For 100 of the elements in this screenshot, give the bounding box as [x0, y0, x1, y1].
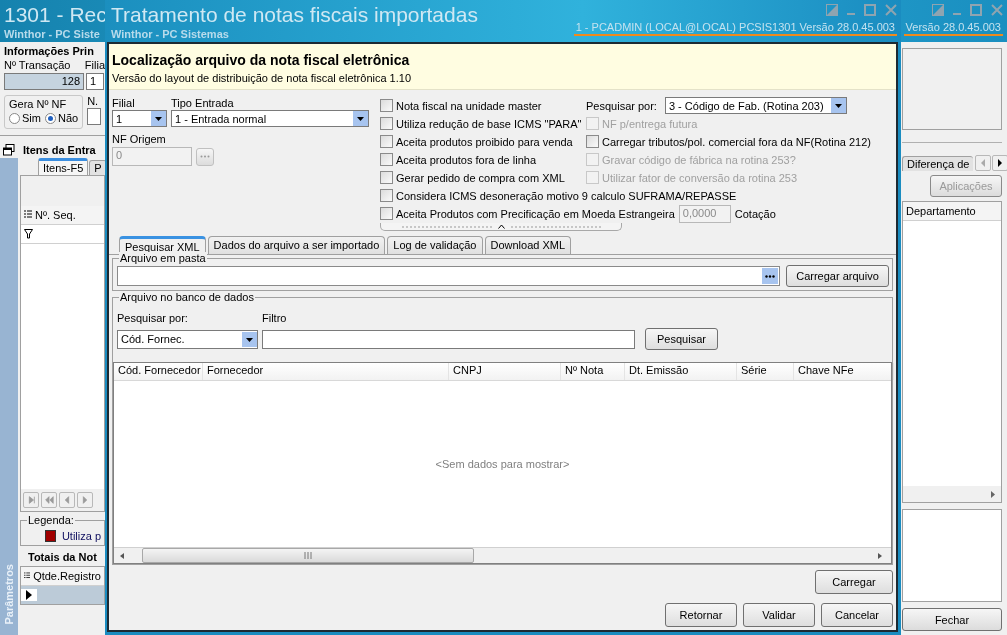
- checkbox[interactable]: [380, 99, 393, 112]
- caret-down-icon: [830, 98, 846, 113]
- legend-title: Legenda:: [27, 514, 75, 527]
- section-title: Informações Prin: [4, 45, 95, 57]
- field-label: N.: [87, 95, 100, 107]
- status-text: 1 - PCADMIN (LOCAL@LOCAL) PCSIS1301 Versão 28.0.45.003: [573, 21, 897, 36]
- ellipsis-icon[interactable]: [762, 268, 778, 284]
- tab[interactable]: Dados do arquivo a ser importado: [207, 236, 386, 254]
- nav-button[interactable]: [59, 492, 75, 508]
- field-label: Filtro: [262, 312, 287, 324]
- caret-down-icon: [242, 331, 257, 347]
- file-path-field[interactable]: [117, 266, 780, 286]
- field-label: Nº Transação: [4, 59, 72, 71]
- column-header[interactable]: Nº Nota: [561, 363, 625, 380]
- scroll-right-button[interactable]: [992, 155, 1007, 171]
- column-header[interactable]: Dt. Emissão: [625, 363, 737, 380]
- tab[interactable]: Itens-F5: [38, 158, 89, 175]
- tab[interactable]: Log de validação: [387, 236, 483, 254]
- checkbox-label: Utiliza redução de base ICMS "PARA": [396, 117, 582, 130]
- window-subtitle: Winthor - PC Siste: [4, 28, 101, 40]
- field-label: Filial: [112, 97, 136, 109]
- collapse-splitter[interactable]: [380, 223, 622, 231]
- checkbox[interactable]: [380, 153, 393, 166]
- search-by-dropdown[interactable]: 3 - Código de Fab. (Rotina 203): [664, 97, 847, 114]
- radio-option[interactable]: Sim: [9, 112, 41, 124]
- checkbox-label: Gravar código de fábrica na rotina 253?: [602, 153, 796, 166]
- load-file-button[interactable]: Carregar arquivo: [786, 265, 889, 287]
- checkbox-label: Utilizar fator de conversão da rotina 253: [602, 171, 798, 184]
- checkbox-label: Considera ICMS desoneração motivo 9 calculo SUFRAMA/REPASSE: [396, 189, 737, 202]
- checkbox[interactable]: [380, 117, 393, 130]
- caret-down-icon: [151, 111, 166, 126]
- nav-button[interactable]: [77, 492, 93, 508]
- grip-dots-icon: [510, 225, 601, 228]
- dialog-button[interactable]: Retornar: [665, 603, 737, 627]
- left-arrow-icon: [979, 158, 988, 168]
- checkbox[interactable]: [380, 171, 393, 184]
- right-arrow-icon: [996, 158, 1005, 168]
- window-title: 1301 - Rec: [4, 2, 107, 28]
- load-button[interactable]: Carregar: [815, 570, 893, 594]
- nav-button[interactable]: [23, 492, 39, 508]
- field-label: NF Origem: [112, 133, 167, 145]
- number-field[interactable]: [87, 108, 102, 125]
- column-header[interactable]: Cód. Fornecedor: [114, 363, 203, 380]
- tab[interactable]: Download XML: [484, 236, 572, 254]
- field-label: Tipo Entrada: [171, 97, 235, 109]
- field-label: Filia: [84, 59, 105, 71]
- column-header[interactable]: Chave NFe: [794, 363, 894, 380]
- search-by-dropdown[interactable]: Cód. Fornec.: [117, 329, 258, 349]
- window-title: Tratamento de notas fiscais importadas: [111, 2, 478, 28]
- section-title: Totais da Not: [27, 550, 98, 565]
- column-header[interactable]: CNPJ: [449, 363, 561, 380]
- navigation-arrow-icon: [26, 495, 36, 505]
- checkbox-label: NF p/entrega futura: [602, 117, 698, 130]
- column-header[interactable]: Fornecedor: [203, 363, 449, 380]
- checkbox[interactable]: [380, 207, 393, 220]
- header-subtitle: Versão do layout de distribuição de nota fiscal eletrônica 1.10: [112, 72, 413, 84]
- column-header[interactable]: Série: [737, 363, 794, 380]
- checkbox[interactable]: [380, 135, 393, 148]
- checkbox-label: Nota fiscal na unidade master: [396, 99, 542, 112]
- checkbox[interactable]: [586, 135, 599, 148]
- horizontal-scrollbar[interactable]: [114, 547, 891, 563]
- group-label: Gera Nº NF: [9, 98, 68, 110]
- entry-type-dropdown[interactable]: 1 - Entrada normal: [171, 110, 369, 127]
- tab[interactable]: Diferença de: [902, 155, 974, 171]
- legend-label: Utiliza p: [61, 530, 101, 542]
- transaction-field[interactable]: 128: [4, 73, 84, 90]
- scroll-right-icon[interactable]: [991, 490, 995, 498]
- field-label: Pesquisar por:: [586, 99, 657, 112]
- close-button[interactable]: Fechar: [902, 608, 1002, 631]
- ellipsis-icon: [200, 155, 210, 158]
- group-title: Arquivo em pasta: [119, 252, 207, 265]
- checkbox-label: Gerar pedido de compra com XML: [396, 171, 565, 184]
- dialog-button[interactable]: Validar: [743, 603, 815, 627]
- checkbox-label: Aceita produtos fora de linha: [396, 153, 537, 166]
- version-text: Versão 28.0.45.003: [903, 21, 1003, 36]
- empty-message: <Sem dados para mostrar>: [435, 458, 570, 470]
- checkbox-label: Aceita Produtos com Precificação em Moeda Estrangeira: [396, 207, 675, 220]
- field-label: Pesquisar por:: [117, 312, 189, 324]
- checkbox-label: Aceita produtos proibido para venda: [396, 135, 573, 148]
- filter-field[interactable]: [262, 329, 635, 349]
- navigation-arrow-icon: [44, 495, 54, 505]
- group-title: Arquivo no banco de dados: [119, 291, 255, 304]
- branch-field[interactable]: 1: [86, 73, 104, 90]
- caret-down-icon: [353, 111, 368, 126]
- nav-button[interactable]: [41, 492, 57, 508]
- dialog-button[interactable]: Cancelar: [821, 603, 893, 627]
- radio-option[interactable]: Não: [44, 112, 79, 124]
- checkbox-label: Carregar tributos/pol. comercial fora da NF(Rotina 212): [602, 135, 871, 148]
- search-button[interactable]: Pesquisar: [645, 328, 718, 350]
- caret-up-icon: [497, 224, 505, 229]
- window-subtitle: Winthor - PC Sistemas: [111, 28, 230, 40]
- branch-dropdown[interactable]: 1: [112, 110, 167, 127]
- filter-icon[interactable]: [24, 229, 33, 239]
- grip-dots-icon: [401, 225, 492, 228]
- section-title: Itens da Entra: [23, 144, 96, 156]
- list-icon[interactable]: [24, 571, 31, 581]
- grip-icon: [304, 552, 312, 559]
- checkbox[interactable]: [380, 189, 393, 202]
- browse-button[interactable]: [196, 147, 214, 166]
- restore-window-icon[interactable]: [3, 144, 15, 156]
